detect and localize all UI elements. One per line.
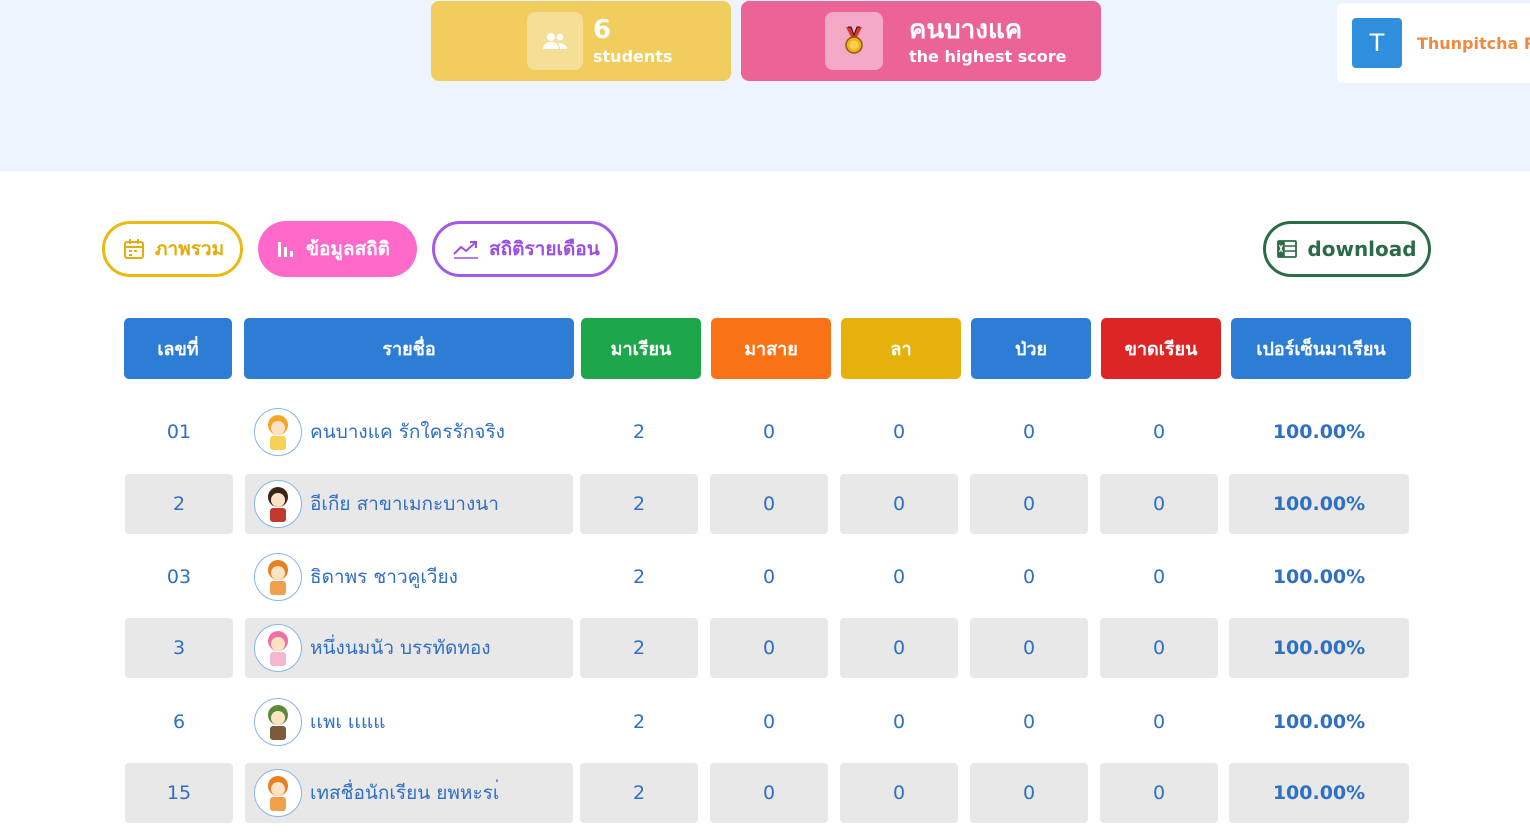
tab-statistics-label: ข้อมูลสถิติ bbox=[306, 238, 391, 260]
late-count: 0 bbox=[710, 763, 828, 823]
sick-count: 0 bbox=[970, 474, 1088, 534]
absent-count: 0 bbox=[1100, 618, 1218, 678]
present-count: 2 bbox=[632, 566, 646, 588]
top-student-label: the highest score bbox=[909, 46, 1067, 66]
avatar: T bbox=[1352, 18, 1402, 68]
students-count: 6 bbox=[593, 14, 612, 45]
attendance-percent: 100.00% bbox=[1272, 421, 1366, 443]
student-name-text: อีเกีย สาขาเมกะบางนา bbox=[310, 493, 499, 515]
student-name-text: ธิดาพร ชาวคูเวียง bbox=[310, 566, 458, 588]
leave-count: 0 bbox=[892, 711, 906, 733]
student-number: 6 bbox=[172, 711, 186, 733]
sick-count: 0 bbox=[1022, 566, 1036, 588]
attendance-percent: 100.00% bbox=[1272, 566, 1366, 588]
present-count: 2 bbox=[632, 711, 646, 733]
tab-overview-label: ภาพรวม bbox=[155, 238, 225, 260]
student-number: 03 bbox=[166, 566, 192, 588]
late-count: 0 bbox=[762, 421, 776, 443]
student-name: เทสชื่อนักเรียน ยพหะรเ่ bbox=[245, 763, 573, 823]
student-avatar-icon bbox=[254, 480, 302, 528]
student-name-text: เทสชื่อนักเรียน ยพหะรเ่ bbox=[310, 782, 500, 804]
student-number: 2 bbox=[125, 474, 233, 534]
header-number: เลขที่ bbox=[124, 318, 232, 379]
student-avatar-icon bbox=[254, 553, 302, 601]
excel-icon bbox=[1277, 239, 1298, 259]
absent-count: 0 bbox=[1152, 421, 1166, 443]
medal-icon bbox=[825, 12, 883, 70]
user-name: Thunpitcha Ra bbox=[1416, 33, 1530, 53]
students-label: students bbox=[593, 46, 673, 66]
highest-score-card: คนบางแค the highest score bbox=[741, 1, 1101, 81]
download-button[interactable]: download bbox=[1263, 221, 1431, 277]
tab-statistics[interactable]: ข้อมูลสถิติ bbox=[258, 221, 417, 277]
student-name: ธิดาพร ชาวคูเวียง bbox=[245, 547, 573, 607]
late-count: 0 bbox=[762, 711, 776, 733]
late-count: 0 bbox=[710, 618, 828, 678]
present-count: 2 bbox=[580, 763, 698, 823]
header-absent: ขาดเรียน bbox=[1101, 318, 1221, 379]
present-count: 2 bbox=[632, 421, 646, 443]
student-name-text: หนึ่งนมนัว บรรทัดทอง bbox=[310, 637, 491, 659]
sick-count: 0 bbox=[970, 763, 1088, 823]
student-name-text: คนบางแค รักใครรักจริง bbox=[310, 421, 505, 443]
header-percent: เปอร์เซ็นมาเรียน bbox=[1231, 318, 1411, 379]
download-label: download bbox=[1307, 237, 1417, 261]
student-number: 01 bbox=[166, 421, 192, 443]
tab-monthly-stats-label: สถิติรายเดือน bbox=[489, 238, 600, 260]
attendance-percent: 100.00% bbox=[1272, 711, 1366, 733]
student-avatar-icon bbox=[254, 769, 302, 817]
tab-overview[interactable]: ภาพรวม bbox=[102, 221, 243, 277]
absent-count: 0 bbox=[1100, 763, 1218, 823]
sick-count: 0 bbox=[970, 618, 1088, 678]
top-student-name: คนบางแค bbox=[909, 14, 1023, 45]
leave-count: 0 bbox=[840, 474, 958, 534]
late-count: 0 bbox=[762, 566, 776, 588]
absent-count: 0 bbox=[1100, 474, 1218, 534]
header-sick: ป่วย bbox=[971, 318, 1091, 379]
attendance-percent: 100.00% bbox=[1229, 474, 1409, 534]
sick-count: 0 bbox=[1022, 421, 1036, 443]
student-number: 3 bbox=[125, 618, 233, 678]
header-late: มาสาย bbox=[711, 318, 831, 379]
student-avatar-icon bbox=[254, 698, 302, 746]
student-name: เเพเ เเแแ bbox=[245, 692, 573, 752]
student-name: คนบางแค รักใครรักจริง bbox=[245, 402, 573, 462]
calendar-icon bbox=[123, 238, 145, 260]
student-avatar-icon bbox=[254, 408, 302, 456]
student-name: อีเกีย สาขาเมกะบางนา bbox=[245, 474, 573, 534]
tab-monthly-stats[interactable]: สถิติรายเดือน bbox=[432, 221, 618, 277]
student-avatar-icon bbox=[254, 624, 302, 672]
attendance-percent: 100.00% bbox=[1229, 763, 1409, 823]
absent-count: 0 bbox=[1152, 711, 1166, 733]
sick-count: 0 bbox=[1022, 711, 1036, 733]
bar-chart-icon bbox=[276, 239, 296, 259]
present-count: 2 bbox=[580, 474, 698, 534]
student-name: หนึ่งนมนัว บรรทัดทอง bbox=[245, 618, 573, 678]
absent-count: 0 bbox=[1152, 566, 1166, 588]
leave-count: 0 bbox=[840, 763, 958, 823]
attendance-percent: 100.00% bbox=[1229, 618, 1409, 678]
present-count: 2 bbox=[580, 618, 698, 678]
leave-count: 0 bbox=[892, 421, 906, 443]
leave-count: 0 bbox=[840, 618, 958, 678]
header-name: รายชื่อ bbox=[244, 318, 574, 379]
trend-line-icon bbox=[453, 238, 479, 260]
students-stat-card: 6 students bbox=[431, 1, 731, 81]
user-profile[interactable]: T Thunpitcha Ra bbox=[1337, 3, 1530, 83]
header-present: มาเรียน bbox=[581, 318, 701, 379]
leave-count: 0 bbox=[892, 566, 906, 588]
student-number: 15 bbox=[125, 763, 233, 823]
users-icon bbox=[527, 12, 583, 70]
header-leave: ลา bbox=[841, 318, 961, 379]
late-count: 0 bbox=[710, 474, 828, 534]
student-name-text: เเพเ เเแแ bbox=[310, 711, 386, 733]
